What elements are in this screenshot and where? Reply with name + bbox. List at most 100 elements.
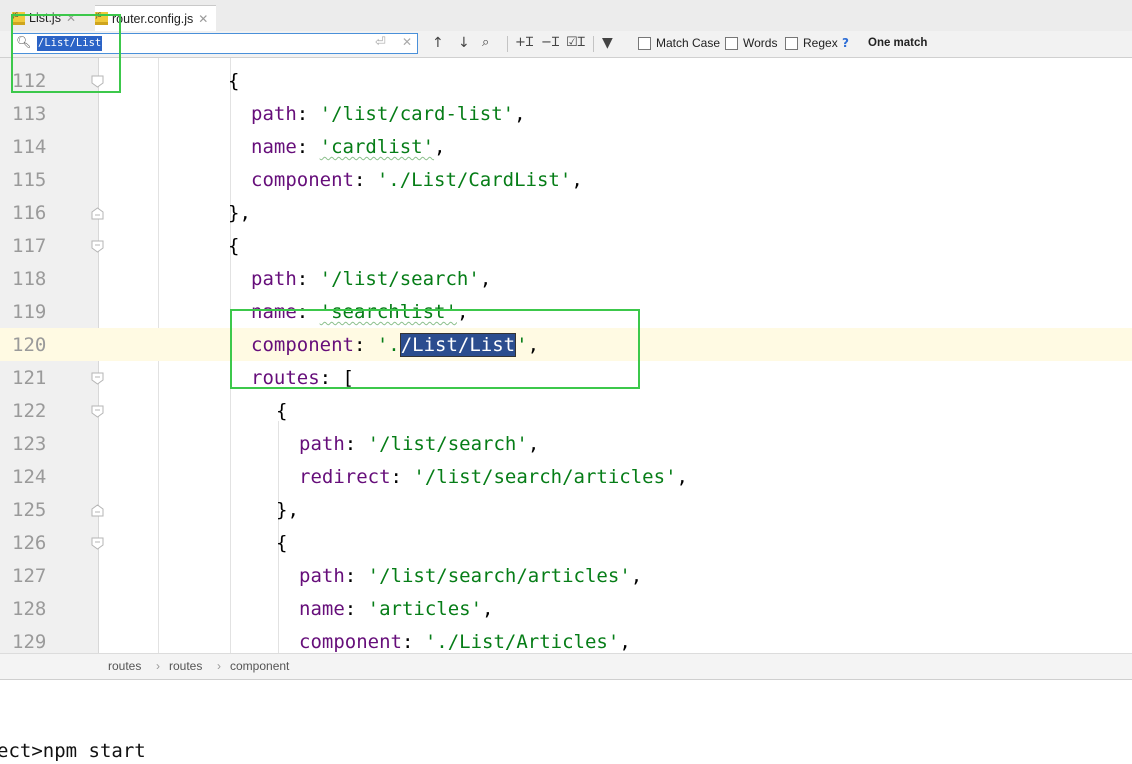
code-line[interactable]: 125}, <box>0 493 1132 526</box>
line-number: 122 <box>12 400 47 422</box>
code-text[interactable]: redirect: '/list/search/articles', <box>299 466 688 488</box>
string-value: './List/Articles' <box>424 631 620 653</box>
breadcrumb-item[interactable]: routes <box>108 659 141 673</box>
fold-marker-icon[interactable] <box>91 75 104 88</box>
regex-checkbox[interactable]: Regex <box>785 36 838 50</box>
find-bar: 🔍︎ /List/List ⏎ ✕ ↑ ↓ ⌕ +Ɪ −Ɪ ☑Ɪ ▼ Match… <box>0 31 1132 58</box>
breadcrumb-item[interactable]: routes <box>169 659 202 673</box>
property-key: component <box>251 334 354 356</box>
tab-label: List.js <box>29 11 61 25</box>
code-text[interactable]: component: './List/Articles', <box>299 631 631 653</box>
property-key: routes <box>251 367 320 389</box>
line-number: 127 <box>12 565 47 587</box>
code-line[interactable]: 126 { <box>0 526 1132 559</box>
code-text[interactable]: }, <box>228 202 251 224</box>
code-text[interactable]: routes: [ <box>251 367 354 389</box>
tab-router-config[interactable]: JS router.config.js ✕ <box>95 5 217 31</box>
search-query[interactable]: /List/List <box>37 36 103 51</box>
checkbox-box[interactable] <box>638 36 651 50</box>
filter-icon[interactable]: ▼ <box>602 35 613 51</box>
code-line[interactable]: 128 name: 'articles', <box>0 592 1132 625</box>
fold-marker-icon[interactable] <box>91 240 104 253</box>
line-number: 115 <box>12 169 47 191</box>
search-icon[interactable]: 🔍︎ <box>16 35 31 49</box>
code-line[interactable]: 113 path: '/list/card-list', <box>0 97 1132 130</box>
terminal-command: ect>npm start <box>0 740 146 762</box>
words-checkbox[interactable]: Words <box>725 36 777 50</box>
property-key: redirect <box>299 466 391 488</box>
fold-marker-icon[interactable] <box>91 207 104 220</box>
code-text[interactable]: { <box>276 400 287 422</box>
code-text[interactable]: }, <box>276 499 299 521</box>
code-line[interactable]: 123 path: '/list/search', <box>0 427 1132 460</box>
line-number: 119 <box>12 301 47 323</box>
tab-label: router.config.js <box>112 11 194 26</box>
close-icon[interactable]: ✕ <box>66 11 76 25</box>
code-line[interactable]: 119 name: 'searchlist', <box>0 295 1132 328</box>
code-line[interactable]: 121 routes: [ <box>0 361 1132 394</box>
line-number: 112 <box>12 70 47 92</box>
property-key: component <box>299 631 402 653</box>
next-occurrence-icon[interactable]: ↓ <box>458 35 470 51</box>
code-text[interactable]: name: 'searchlist', <box>251 301 468 323</box>
tab-list-js[interactable]: JS List.js ✕ <box>12 5 76 31</box>
fold-marker-icon[interactable] <box>91 504 104 517</box>
property-key: path <box>251 103 297 125</box>
code-text[interactable]: path: '/list/search/articles', <box>299 565 642 587</box>
property-key: path <box>251 268 297 290</box>
chevron-right-icon: › <box>217 659 221 673</box>
code-text[interactable]: path: '/list/card-list', <box>251 103 526 125</box>
code-line[interactable]: 116}, <box>0 196 1132 229</box>
punctuation: { <box>276 400 288 422</box>
line-number: 129 <box>12 631 47 653</box>
checkbox-box[interactable] <box>785 36 798 50</box>
code-text[interactable]: name: 'cardlist', <box>251 136 446 158</box>
code-text[interactable]: name: 'articles', <box>299 598 494 620</box>
code-text[interactable]: path: '/list/search', <box>251 268 491 290</box>
clear-icon[interactable]: ✕ <box>402 35 412 49</box>
string-value: 'searchlist' <box>319 301 457 323</box>
code-text[interactable]: component: './List/CardList', <box>251 169 583 191</box>
line-number: 125 <box>12 499 47 521</box>
fold-marker-icon[interactable] <box>91 537 104 550</box>
fold-marker-icon[interactable] <box>91 405 104 418</box>
code-line[interactable]: 118 path: '/list/search', <box>0 262 1132 295</box>
code-line[interactable]: 115 component: './List/CardList', <box>0 163 1132 196</box>
property-key: name <box>299 598 345 620</box>
code-text[interactable]: path: '/list/search', <box>299 433 539 455</box>
fold-marker-icon[interactable] <box>91 372 104 385</box>
code-line[interactable]: 117 { <box>0 229 1132 262</box>
new-line-icon[interactable]: ⏎ <box>375 35 386 50</box>
code-line[interactable]: 122 { <box>0 394 1132 427</box>
match-case-checkbox[interactable]: Match Case <box>638 36 720 50</box>
code-text[interactable]: component: './List/List', <box>251 333 539 357</box>
code-text[interactable]: { <box>228 70 239 92</box>
string-value: 'articles' <box>367 598 483 620</box>
code-line[interactable]: 129 component: './List/Articles', <box>0 625 1132 653</box>
regex-help-link[interactable]: ? <box>842 36 849 50</box>
find-all-icon[interactable]: ⌕ <box>482 35 489 51</box>
string-value: '/list/search' <box>319 268 480 290</box>
code-line[interactable]: 120 component: './List/List', <box>0 328 1132 361</box>
remove-selection-icon[interactable]: −Ɪ <box>541 35 559 51</box>
add-selection-icon[interactable]: +Ɪ <box>515 35 533 51</box>
code-text[interactable]: { <box>228 235 239 257</box>
search-match-highlight: /List/List <box>399 333 517 357</box>
line-number: 128 <box>12 598 47 620</box>
code-editor[interactable]: 112 {113 path: '/list/card-list', 114 name: … <box>0 58 1132 653</box>
select-all-occurrences-icon[interactable]: ☑Ɪ <box>566 35 585 51</box>
code-line[interactable]: 112 { <box>0 64 1132 97</box>
checkbox-box[interactable] <box>725 36 738 50</box>
checkbox-label: Match Case <box>656 36 721 50</box>
previous-occurrence-icon[interactable]: ↑ <box>432 35 444 51</box>
code-line[interactable]: 114 name: 'cardlist', <box>0 130 1132 163</box>
breadcrumb-item[interactable]: component <box>230 659 289 673</box>
string-value: '/list/card-list' <box>319 103 515 125</box>
search-input[interactable]: 🔍︎ /List/List ⏎ ✕ <box>12 33 418 54</box>
code-line[interactable]: 124 redirect: '/list/search/articles', <box>0 460 1132 493</box>
code-line[interactable]: 127 path: '/list/search/articles', <box>0 559 1132 592</box>
code-text[interactable]: { <box>276 532 287 554</box>
close-icon[interactable]: ✕ <box>198 12 208 26</box>
checkbox-label: Words <box>743 36 778 50</box>
line-number: 126 <box>12 532 47 554</box>
